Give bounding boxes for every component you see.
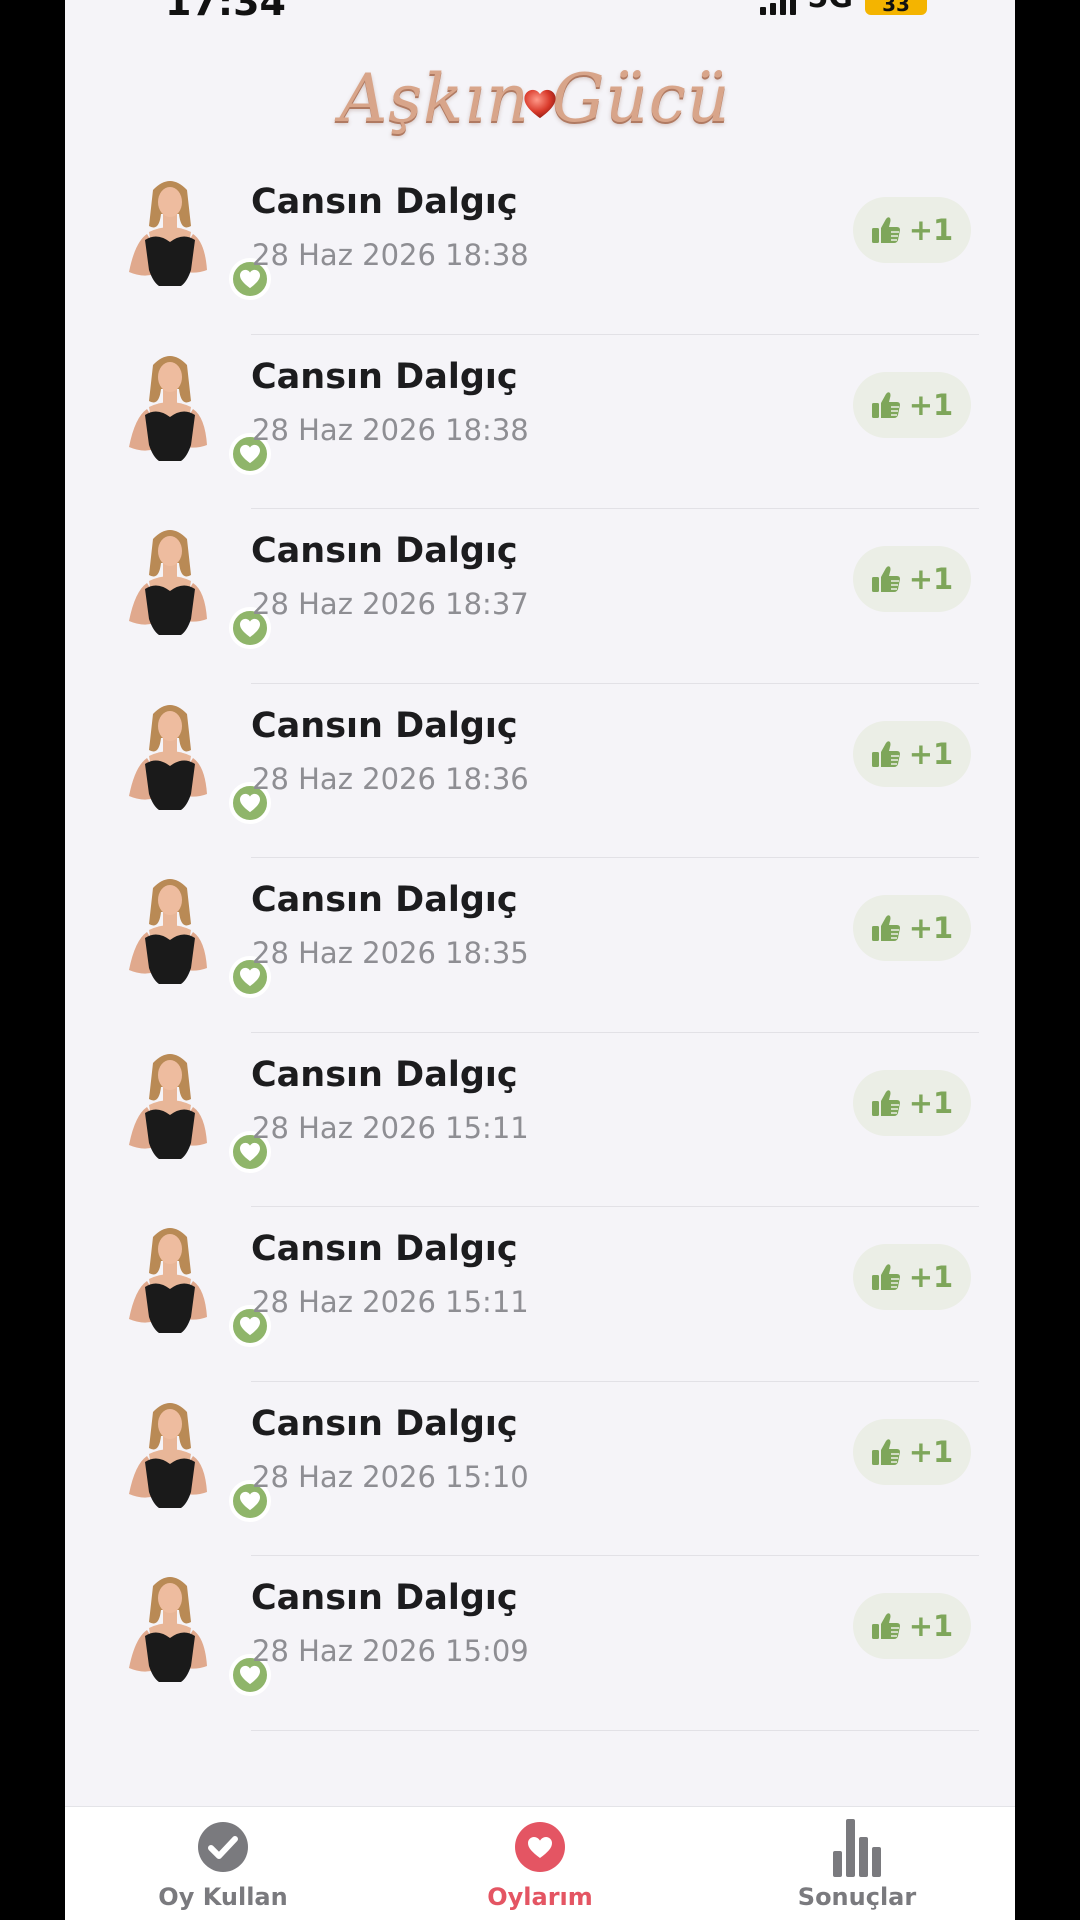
thumbs-up-icon	[871, 915, 900, 941]
vote-row: Cansın Dalgıç 28 Haz 2026 15:09 +1	[65, 1556, 1015, 1731]
battery-icon: 33	[865, 0, 927, 15]
vote-points-label: +1	[908, 213, 954, 247]
vote-date: 28 Haz 2026 18:37	[252, 587, 529, 621]
vote-row: Cansın Dalgıç 28 Haz 2026 18:38 +1	[65, 160, 1015, 335]
vote-row: Cansın Dalgıç 28 Haz 2026 15:10 +1	[65, 1382, 1015, 1556]
vote-row: Cansın Dalgıç 28 Haz 2026 15:11 +1	[65, 1033, 1015, 1207]
vote-date: 28 Haz 2026 15:11	[252, 1110, 529, 1145]
tab-sonuclar[interactable]: Sonuçlar	[737, 1807, 977, 1920]
status-time: 17:34	[165, 0, 286, 24]
vote-list: Cansın Dalgıç 28 Haz 2026 18:38 +1 Cansı…	[65, 160, 1015, 1731]
check-circle-icon	[195, 1819, 251, 1875]
tab-bar: Oy Kullan Oylarım Sonuçlar	[65, 1806, 1015, 1920]
app-screen: 17:34 5G 33 Aşkın Gücü	[65, 0, 1015, 1920]
thumbs-up-icon	[871, 740, 900, 767]
vote-row: Cansın Dalgıç 28 Haz 2026 18:35 +1	[65, 858, 1015, 1033]
vote-points-label: +1	[908, 736, 954, 771]
vote-row: Cansın Dalgıç 28 Haz 2026 18:38 +1	[65, 335, 1015, 509]
app-logo: Aşkın Gücü	[335, 60, 735, 160]
vote-date: 28 Haz 2026 15:11	[252, 1285, 529, 1319]
vote-points-label: +1	[908, 911, 954, 945]
tab-oy-kullan[interactable]: Oy Kullan	[103, 1807, 343, 1920]
vote-points-label: +1	[908, 1260, 954, 1294]
thumbs-up-icon	[871, 217, 900, 243]
avatar	[115, 174, 271, 300]
vote-date: 28 Haz 2026 18:35	[252, 936, 529, 970]
logo-heart-icon	[524, 89, 556, 119]
contestant-name: Cansın Dalgıç	[251, 880, 518, 920]
status-indicators: 5G 33	[759, 0, 927, 15]
person-photo-icon	[129, 1053, 207, 1159]
contestant-name: Cansın Dalgıç	[251, 356, 518, 397]
vote-row: Cansın Dalgıç 28 Haz 2026 15:11 +1	[65, 1207, 1015, 1382]
avatar	[115, 698, 271, 824]
vote-points-badge: +1	[853, 371, 971, 438]
bar-chart-icon	[829, 1819, 885, 1877]
tab-label-sonuclar: Sonuçlar	[797, 1883, 917, 1911]
contestant-name: Cansın Dalgıç	[251, 705, 518, 746]
vote-points-badge: +1	[853, 1069, 971, 1136]
thumbs-up-icon	[871, 1089, 900, 1116]
vote-date: 28 Haz 2026 18:38	[252, 238, 529, 272]
vote-points-badge: +1	[853, 895, 971, 961]
person-photo-icon	[129, 1577, 207, 1682]
person-photo-icon	[129, 879, 207, 984]
avatar	[115, 1570, 271, 1696]
tab-label-oy-kullan: Oy Kullan	[158, 1883, 288, 1911]
status-bar: 17:34 5G 33	[65, 0, 1015, 24]
network-label: 5G	[808, 0, 854, 15]
thumbs-up-icon	[871, 1438, 900, 1465]
vote-points-badge: +1	[853, 1244, 971, 1310]
thumbs-up-icon	[871, 391, 900, 418]
vote-points-badge: +1	[853, 1418, 971, 1485]
thumbs-up-icon	[871, 1264, 900, 1290]
vote-row: Cansın Dalgıç 28 Haz 2026 18:37 +1	[65, 509, 1015, 684]
vote-points-label: +1	[908, 1434, 954, 1469]
vote-date: 28 Haz 2026 15:10	[252, 1459, 529, 1494]
contestant-name: Cansın Dalgıç	[251, 531, 518, 571]
vote-points-label: +1	[908, 387, 954, 422]
thumbs-up-icon	[871, 566, 900, 592]
tab-label-oylarim: Oylarım	[487, 1883, 593, 1911]
person-photo-icon	[129, 704, 207, 810]
heart-circle-icon	[512, 1819, 568, 1875]
avatar	[115, 872, 271, 998]
contestant-name: Cansın Dalgıç	[251, 1229, 518, 1269]
signal-icon	[759, 0, 796, 15]
avatar	[115, 1221, 271, 1347]
vote-date: 28 Haz 2026 18:38	[252, 412, 529, 447]
tab-oylarim[interactable]: Oylarım	[420, 1807, 660, 1920]
vote-points-badge: +1	[853, 1593, 971, 1659]
person-photo-icon	[129, 1228, 207, 1333]
person-photo-icon	[129, 530, 207, 635]
vote-points-badge: +1	[853, 720, 971, 787]
contestant-name: Cansın Dalgıç	[251, 1578, 518, 1618]
avatar	[115, 1047, 271, 1173]
vote-points-label: +1	[908, 1085, 954, 1120]
vote-points-label: +1	[908, 1609, 954, 1643]
vote-points-badge: +1	[853, 546, 971, 612]
contestant-name: Cansın Dalgıç	[251, 1054, 518, 1095]
contestant-name: Cansın Dalgıç	[251, 1403, 518, 1444]
vote-points-badge: +1	[853, 197, 971, 263]
avatar	[115, 349, 271, 475]
avatar	[115, 1396, 271, 1522]
person-photo-icon	[129, 181, 207, 286]
thumbs-up-icon	[871, 1613, 900, 1639]
person-photo-icon	[129, 355, 207, 461]
vote-date: 28 Haz 2026 18:36	[252, 761, 529, 796]
vote-row: Cansın Dalgıç 28 Haz 2026 18:36 +1	[65, 684, 1015, 858]
avatar	[115, 523, 271, 649]
vote-points-label: +1	[908, 562, 954, 596]
person-photo-icon	[129, 1402, 207, 1508]
contestant-name: Cansın Dalgıç	[251, 182, 518, 222]
vote-date: 28 Haz 2026 15:09	[252, 1634, 529, 1668]
row-divider	[251, 1729, 979, 1731]
